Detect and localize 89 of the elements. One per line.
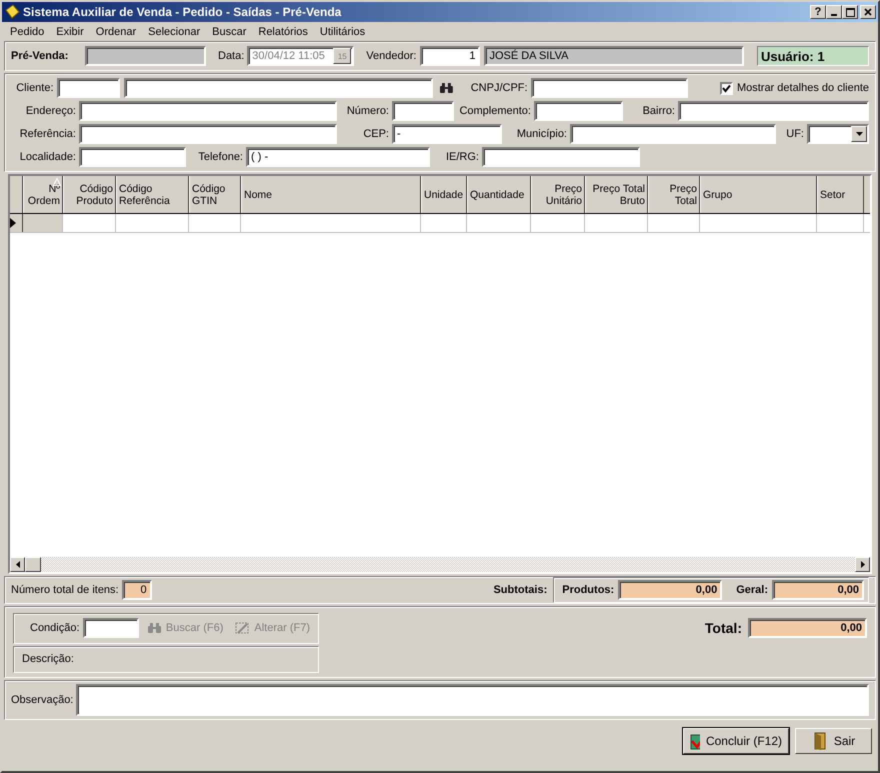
total-field[interactable]: 0,00 xyxy=(748,618,867,638)
horizontal-scrollbar[interactable] xyxy=(10,557,870,572)
minimize-icon[interactable] xyxy=(826,5,842,19)
menu-item[interactable]: Relatórios xyxy=(252,26,314,38)
maximize-icon[interactable] xyxy=(842,5,858,19)
field-label: Geral: xyxy=(736,584,768,596)
confirm-button[interactable]: Concluir (F12) xyxy=(683,728,789,754)
field-label: Condição: xyxy=(30,622,80,634)
column-header[interactable]: Unidade xyxy=(421,176,467,213)
input-field[interactable] xyxy=(392,101,454,121)
column-header[interactable]: Preço Unitário xyxy=(531,176,585,213)
column-header[interactable]: Quantidade xyxy=(467,176,531,213)
field-label: Município: xyxy=(516,128,568,140)
edit-icon xyxy=(235,621,250,636)
field-label: Produtos: xyxy=(562,584,614,596)
row-indicator-icon xyxy=(10,218,16,228)
input-field[interactable]: - xyxy=(392,124,502,144)
field-label: Observação: xyxy=(11,694,74,706)
notes-field[interactable] xyxy=(76,684,869,716)
input-field[interactable] xyxy=(570,124,776,144)
user-badge: Usuário: 1 xyxy=(757,46,869,66)
menu-item[interactable]: Buscar xyxy=(206,26,252,38)
menu-item[interactable]: Ordenar xyxy=(90,26,142,38)
field-label: Endereço: xyxy=(24,105,77,117)
menu-item[interactable]: Pedido xyxy=(4,26,50,38)
exit-button[interactable]: Sair xyxy=(795,728,872,754)
field-label: Cliente: xyxy=(15,82,55,94)
field-label: Número total de itens: xyxy=(11,584,119,596)
field-label: CEP: xyxy=(362,128,390,140)
menu-item[interactable]: Utilitários xyxy=(314,26,372,38)
row-header-cell[interactable] xyxy=(23,214,63,232)
input-field[interactable]: ( ) - xyxy=(246,147,430,167)
field-label: Pré-Venda: xyxy=(11,50,70,62)
condition-field[interactable] xyxy=(82,618,139,638)
window-title: Sistema Auxiliar de Venda - Pedido - Saídas - Pré-Venda xyxy=(23,5,342,19)
field-label: Subtotais: xyxy=(493,584,548,596)
column-header[interactable]: Nome xyxy=(241,176,421,213)
client-name-field[interactable] xyxy=(124,78,433,98)
menu-item[interactable]: Exibir xyxy=(50,26,90,38)
field-label: Referência: xyxy=(18,128,77,140)
column-header[interactable]: Código Produto xyxy=(63,176,116,213)
cnpj-field[interactable] xyxy=(530,78,688,98)
scroll-right-button[interactable] xyxy=(855,557,870,572)
field-label: Vendedor: xyxy=(366,50,416,62)
item-count-field[interactable]: 0 xyxy=(122,580,152,600)
field-label: Complemento: xyxy=(458,105,532,117)
column-header[interactable]: Preço Total xyxy=(648,176,700,213)
checkbox-label[interactable]: Mostrar detalhes do cliente xyxy=(736,82,870,94)
subtotal-field[interactable]: 0,00 xyxy=(618,580,722,600)
column-header[interactable]: Setor xyxy=(817,176,864,213)
input-field[interactable] xyxy=(79,147,186,167)
column-header[interactable]: Preço Total Bruto xyxy=(585,176,648,213)
help-button[interactable]: ? xyxy=(810,5,826,19)
input-field[interactable] xyxy=(79,124,337,144)
seller-code-field[interactable]: 1 xyxy=(420,46,480,66)
app-icon xyxy=(4,4,20,20)
field-label: Bairro: xyxy=(642,105,676,117)
checklist-icon xyxy=(690,732,700,750)
client-code-field[interactable] xyxy=(56,78,120,98)
order-number-field[interactable] xyxy=(85,46,206,66)
left-arrow-icon xyxy=(16,561,20,568)
field-label: Data: xyxy=(218,50,244,62)
binoculars-icon xyxy=(438,82,454,94)
scroll-left-button[interactable] xyxy=(10,557,25,572)
field-label: CNPJ/CPF: xyxy=(470,82,529,94)
field-label: Número: xyxy=(346,105,390,117)
seller-name-field[interactable]: JOSÉ DA SILVA xyxy=(484,46,744,66)
scroll-thumb[interactable] xyxy=(25,557,41,572)
field-label: IE/RG: xyxy=(444,151,480,163)
field-label: Telefone: xyxy=(197,151,244,163)
field-label: Descrição: xyxy=(22,653,74,666)
dropdown[interactable] xyxy=(807,124,869,144)
right-arrow-icon xyxy=(860,561,864,568)
menu-item[interactable]: Selecionar xyxy=(142,26,206,38)
input-field[interactable] xyxy=(482,147,640,167)
input-field[interactable] xyxy=(534,101,623,121)
checkbox[interactable] xyxy=(720,82,733,94)
close-icon[interactable] xyxy=(860,5,876,19)
column-header[interactable]: Código GTIN xyxy=(189,176,241,213)
field-label: UF: xyxy=(785,128,805,140)
field-label: Localidade: xyxy=(18,151,77,163)
input-field[interactable] xyxy=(678,101,869,121)
column-header[interactable]: Código Referência xyxy=(116,176,189,213)
column-header[interactable]: Grupo xyxy=(700,176,817,213)
subtotal-field[interactable]: 0,00 xyxy=(772,580,864,600)
door-icon xyxy=(812,732,828,750)
binoculars-icon xyxy=(146,622,162,634)
total-label: Total: xyxy=(704,620,742,636)
input-field[interactable] xyxy=(79,101,337,121)
